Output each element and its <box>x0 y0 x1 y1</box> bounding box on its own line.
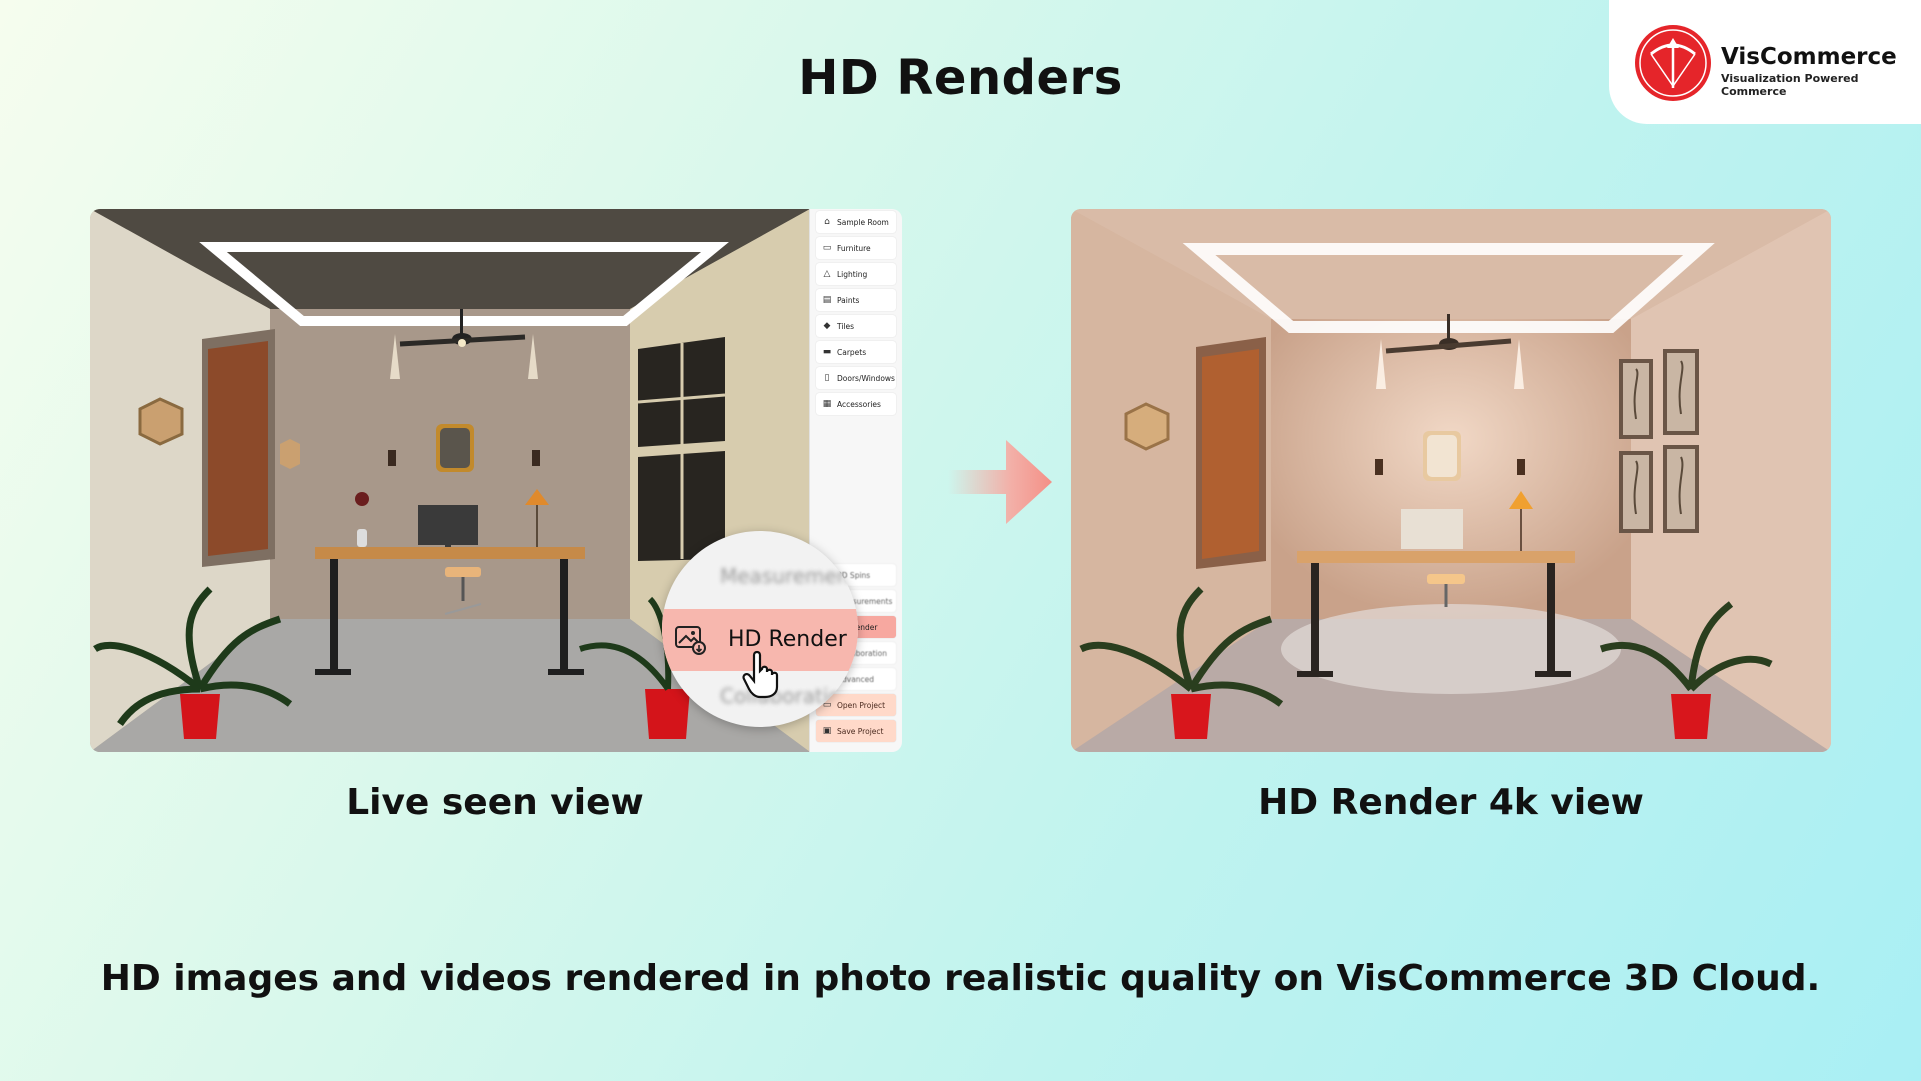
carpet-icon: ▬ <box>822 347 832 357</box>
sidebar-item-label: Tiles <box>837 321 855 331</box>
home-icon: ⌂ <box>824 217 830 227</box>
sidebar-item-label: Furniture <box>837 243 871 253</box>
sidebar-item-accessories[interactable]: ▦ Accessories <box>816 393 896 415</box>
caption-live-view: Live seen view <box>346 782 644 823</box>
sidebar-item-paints[interactable]: ▤ Paints <box>816 289 896 311</box>
lamp-icon: △ <box>823 269 831 279</box>
sidebar-item-furniture[interactable]: ▭ Furniture <box>816 237 896 259</box>
hd-render-panel <box>1071 209 1831 752</box>
sidebar-item-lighting[interactable]: △ Lighting <box>816 263 896 285</box>
right-arrow-icon <box>948 440 1052 524</box>
sidebar-item-label: Carpets <box>837 347 867 357</box>
sidebar-item-carpets[interactable]: ▬ Carpets <box>816 341 896 363</box>
image-download-icon <box>675 626 706 655</box>
sidebar-item-label: Paints <box>837 295 860 305</box>
brand-tagline: Visualization Powered Commerce <box>1721 72 1859 98</box>
hand-cursor-icon <box>742 650 779 699</box>
save-project-button[interactable]: ▣ Save Project <box>816 720 896 742</box>
caption-hd-view: HD Render 4k view <box>1258 782 1644 823</box>
accessories-icon: ▦ <box>822 399 832 409</box>
zoom-magnifier: Measurements HD Render Collaboration <box>662 531 858 727</box>
brand-name: VisCommerce <box>1721 44 1897 70</box>
sidebar-item-label: Doors/Windows <box>837 373 895 383</box>
chair-icon: ▭ <box>822 243 832 253</box>
sidebar-item-label: Save Project <box>837 726 884 736</box>
live-view-panel: ⌂ Sample Room ▭ Furniture △ Lighting ▤ P… <box>90 209 902 752</box>
sidebar-item-label: Lighting <box>837 269 868 279</box>
sidebar-item-tiles[interactable]: ◆ Tiles <box>816 315 896 337</box>
sidebar-item-label: Accessories <box>837 399 881 409</box>
save-icon: ▣ <box>822 726 832 736</box>
footer-description: HD images and videos rendered in photo r… <box>100 958 1821 999</box>
bow-arrow-icon <box>1635 25 1711 101</box>
room-hd-render <box>1071 209 1831 752</box>
door-icon: ▯ <box>824 373 830 383</box>
sidebar-item-doors-windows[interactable]: ▯ Doors/Windows <box>816 367 896 389</box>
sidebar-item-label: Sample Room <box>837 217 889 227</box>
tiles-icon: ◆ <box>823 321 831 331</box>
paint-icon: ▤ <box>822 295 832 305</box>
brand-logo: VisCommerce Visualization Powered Commer… <box>1609 0 1921 124</box>
magnified-measurements: Measurements <box>672 556 858 596</box>
magnified-label: Measurements <box>720 564 858 588</box>
sidebar-item-sample-room[interactable]: ⌂ Sample Room <box>816 211 896 233</box>
